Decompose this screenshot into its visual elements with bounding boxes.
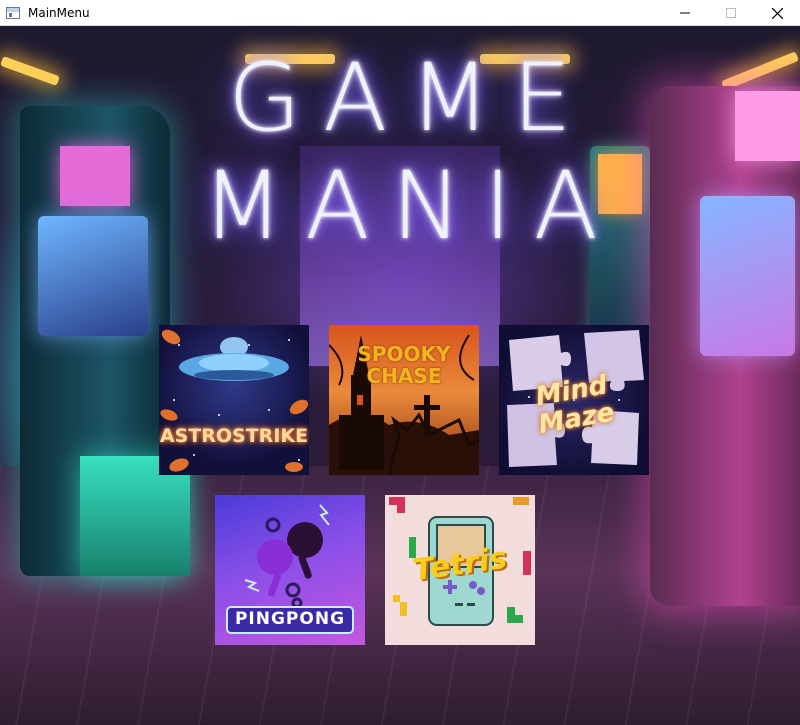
game-tile-pingpong[interactable]: PINGPONG bbox=[215, 495, 365, 645]
game-mania-logo: GAME MANIA bbox=[0, 52, 800, 254]
ufo-icon bbox=[160, 329, 309, 472]
close-button[interactable] bbox=[754, 0, 800, 26]
game-tile-mind-maze[interactable]: Mind Maze bbox=[499, 325, 649, 475]
game-title-spooky-chase: SPOOKY CHASE bbox=[329, 343, 479, 387]
spooky-label-line2: CHASE bbox=[366, 364, 442, 388]
window-controls bbox=[662, 0, 800, 26]
app-window-icon bbox=[6, 6, 20, 19]
minimize-button[interactable] bbox=[662, 0, 708, 26]
logo-line-mania: MANIA bbox=[202, 152, 620, 261]
maximize-icon bbox=[726, 8, 736, 18]
logo-line-game: GAME bbox=[228, 44, 594, 153]
main-menu-window: MainMenu GAME MANIA ASTROSTRIKE SPOOKY C… bbox=[0, 0, 800, 725]
game-title-astrostrike: ASTROSTRIKE bbox=[159, 425, 309, 447]
close-icon bbox=[771, 7, 783, 19]
game-tile-astrostrike[interactable]: ASTROSTRIKE bbox=[159, 325, 309, 475]
game-tile-spooky-chase[interactable]: SPOOKY CHASE bbox=[329, 325, 479, 475]
game-tile-tetris[interactable]: Tetris bbox=[385, 495, 535, 645]
title-bar: MainMenu bbox=[0, 0, 800, 26]
minimize-icon bbox=[680, 12, 690, 14]
spooky-label-line1: SPOOKY bbox=[357, 342, 451, 366]
maximize-button[interactable] bbox=[708, 0, 754, 26]
game-title-pingpong: PINGPONG bbox=[234, 609, 346, 629]
window-title: MainMenu bbox=[28, 5, 90, 20]
